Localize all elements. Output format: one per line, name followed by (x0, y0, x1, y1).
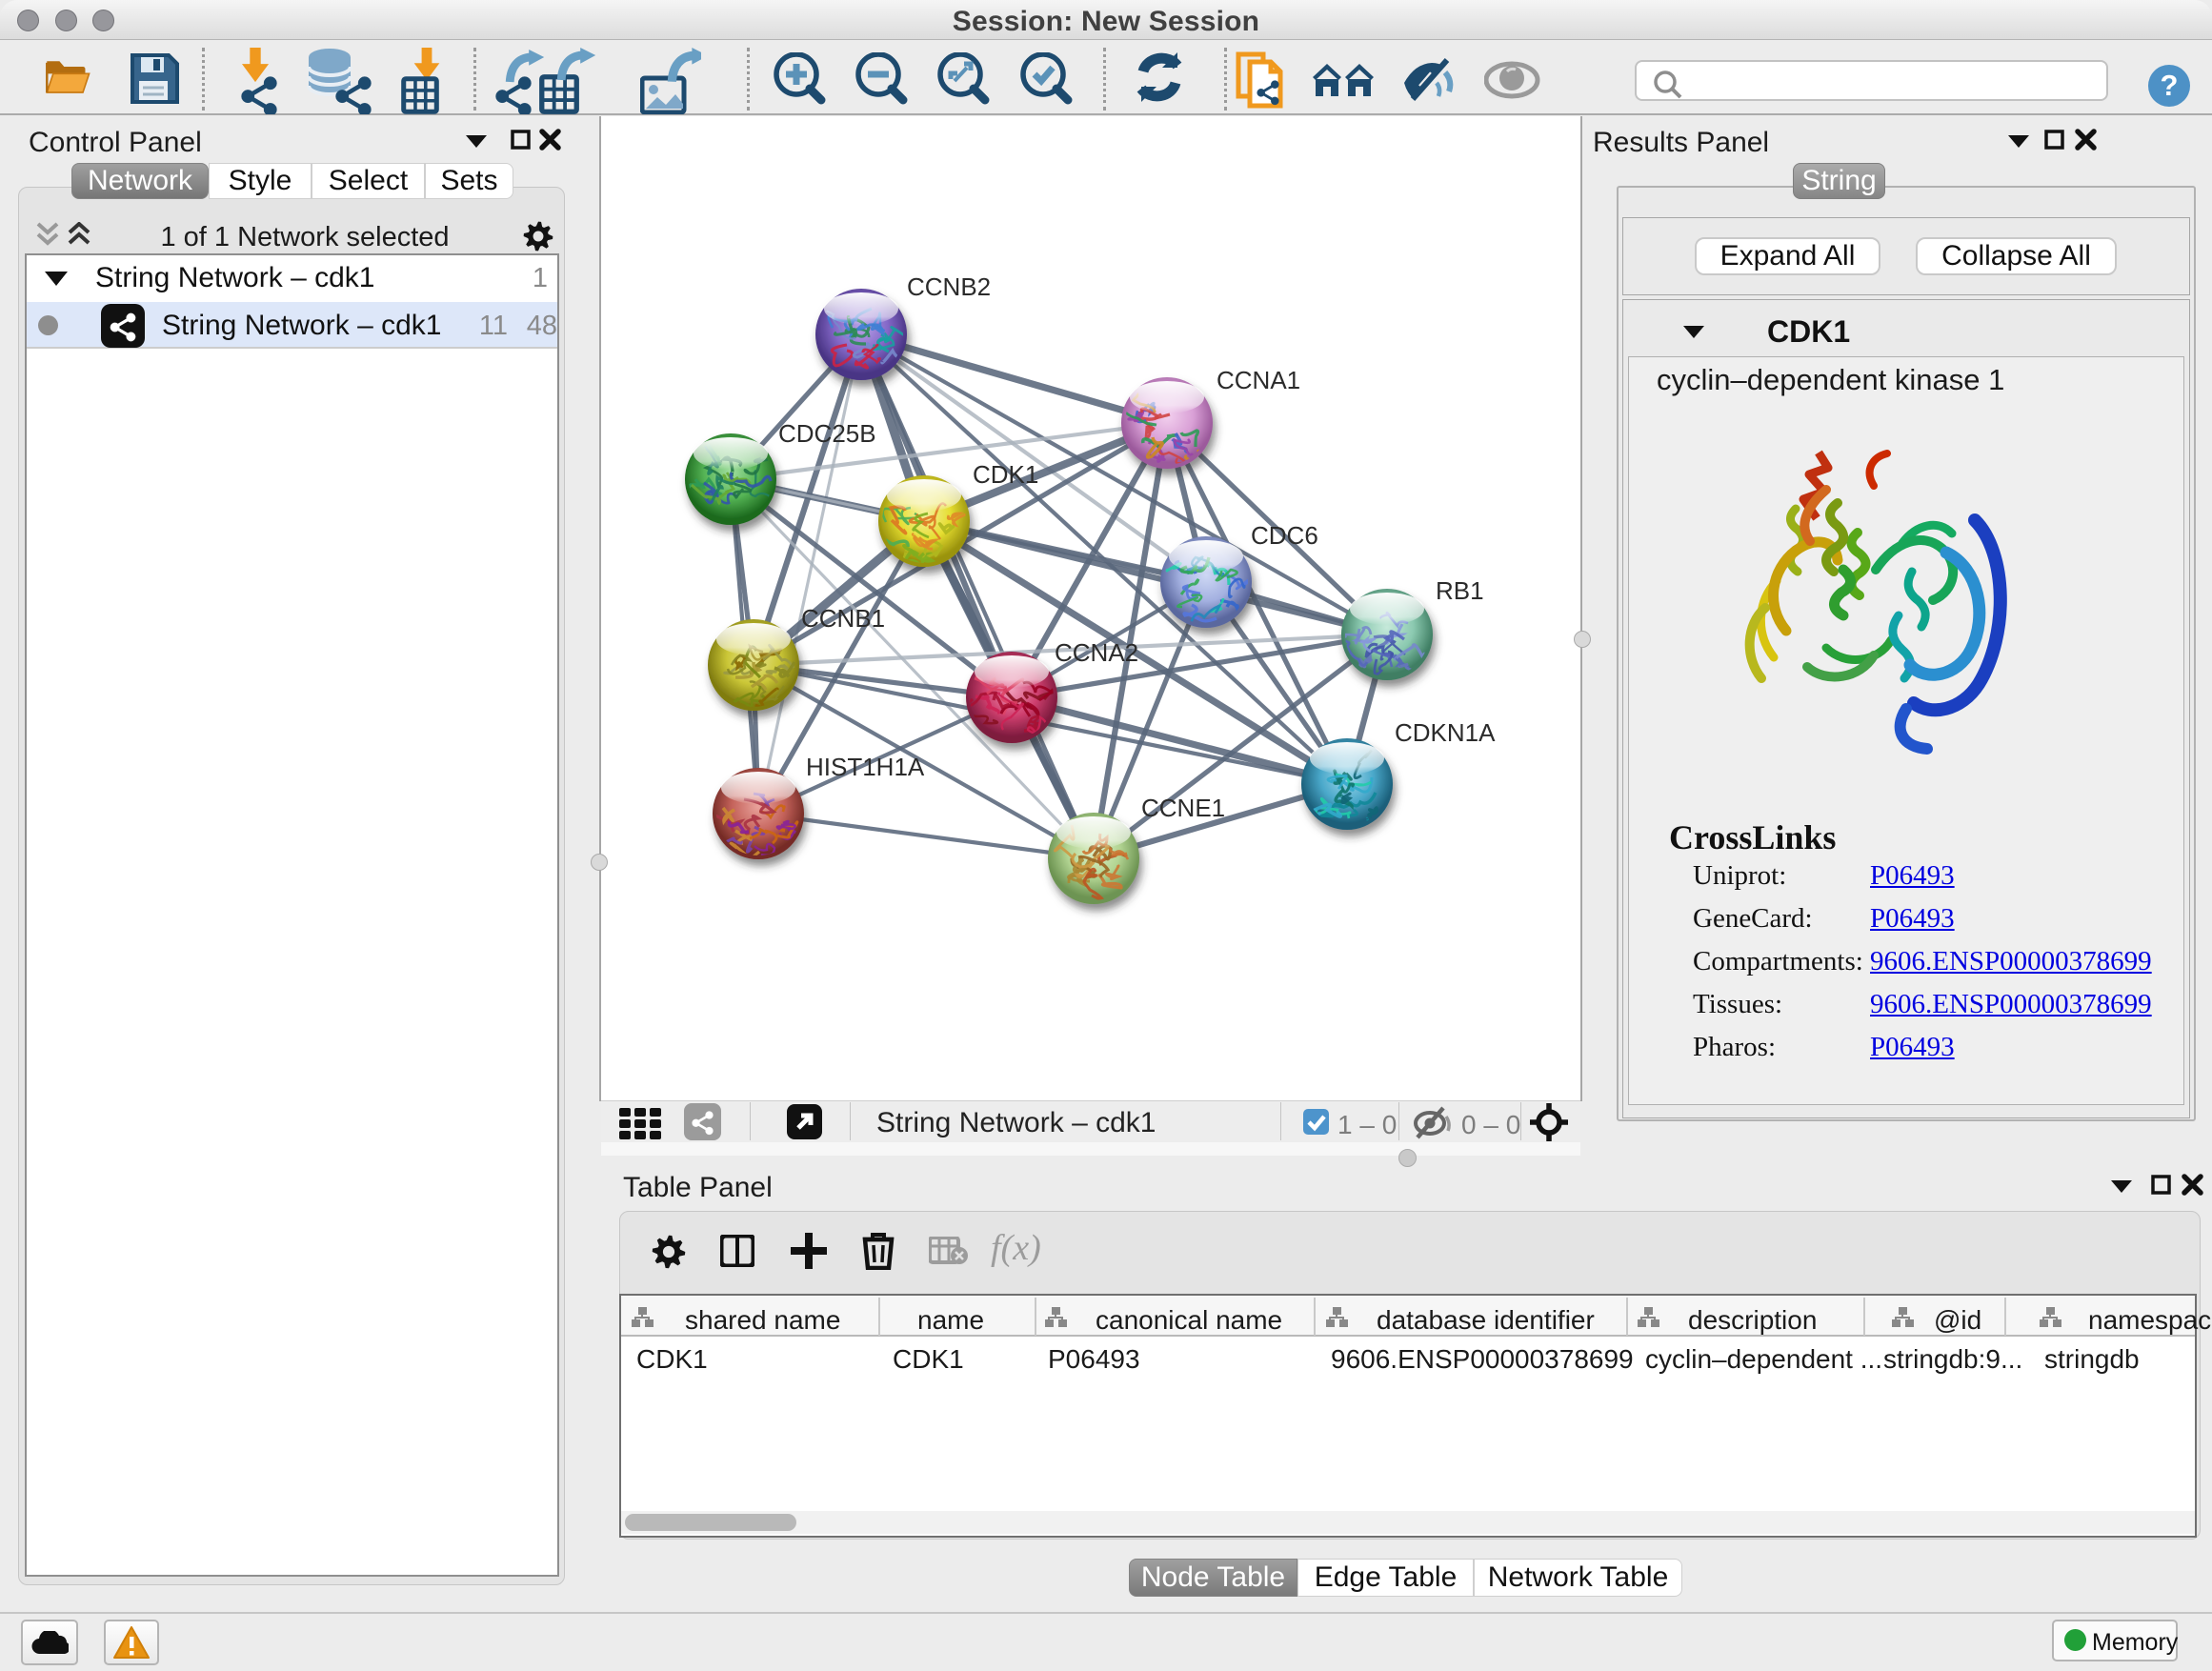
svg-text:CCNB1: CCNB1 (801, 604, 885, 633)
svg-text:CCNA1: CCNA1 (1217, 366, 1300, 394)
svg-text:CCNE1: CCNE1 (1141, 794, 1225, 822)
svg-text:CCNB2: CCNB2 (907, 272, 991, 301)
svg-text:CDKN1A: CDKN1A (1395, 718, 1496, 747)
svg-text:CDC25B: CDC25B (778, 419, 876, 448)
svg-text:CCNA2: CCNA2 (1055, 638, 1138, 667)
svg-text:HIST1H1A: HIST1H1A (806, 753, 925, 781)
svg-text:RB1: RB1 (1436, 576, 1484, 605)
svg-text:CDC6: CDC6 (1251, 521, 1318, 550)
svg-text:CDK1: CDK1 (973, 460, 1038, 489)
